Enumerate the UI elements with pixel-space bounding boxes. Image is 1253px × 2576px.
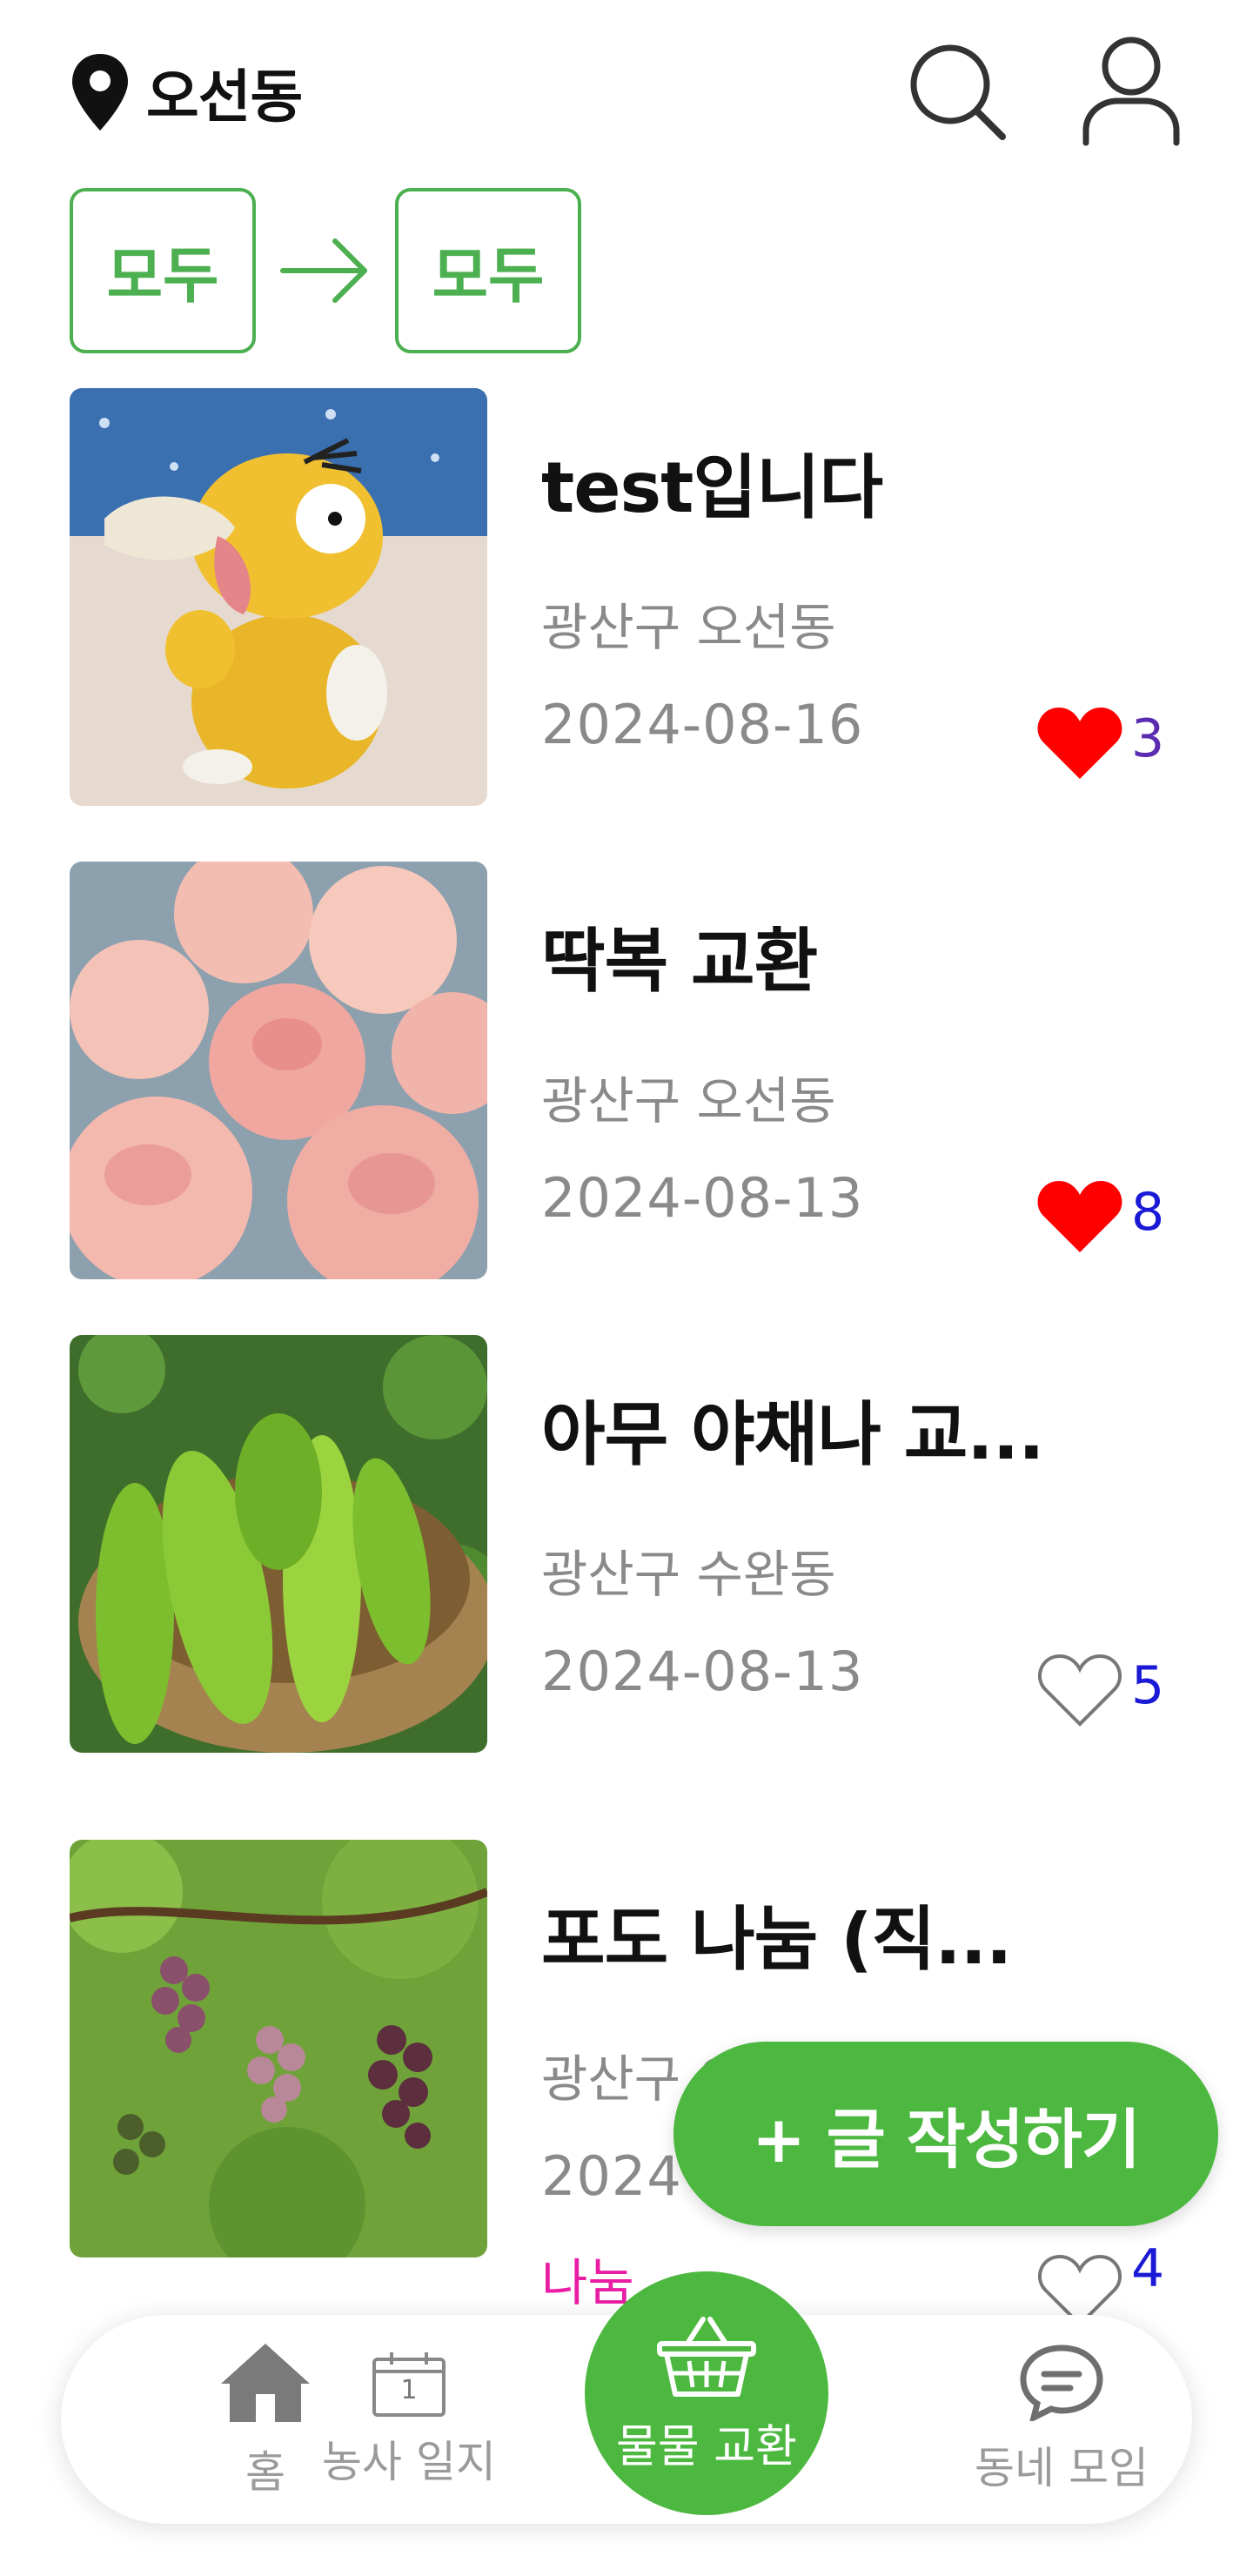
- post-address: 광산구 수완동: [541, 1545, 836, 1604]
- location-name: 오선동: [146, 64, 303, 131]
- post-title: test입니다: [541, 447, 883, 528]
- post-title: 포도 나눔 (직...: [541, 1899, 1012, 1980]
- like-count: 4: [1131, 2238, 1165, 2299]
- post-title: 아무 야채나 교...: [541, 1394, 1044, 1475]
- search-icon: [905, 39, 1009, 147]
- post-thumbnail: [70, 1335, 487, 1753]
- list-item[interactable]: 아무 야채나 교... 광산구 수완동 2024-08-13 5: [0, 1335, 1253, 1753]
- location-pin-icon: [70, 52, 131, 132]
- basket-icon: [654, 2312, 759, 2403]
- app-header: 오선동: [0, 0, 1253, 183]
- write-post-button[interactable]: + 글 작성하기: [673, 2042, 1218, 2226]
- nav-meet-label: 동네 모임: [975, 2443, 1149, 2493]
- like-button[interactable]: [1032, 1175, 1128, 1262]
- post-date: 2024: [541, 2144, 682, 2208]
- like-button[interactable]: [1032, 701, 1128, 788]
- post-date: 2024-08-16: [541, 693, 864, 756]
- share-tag: 나눔: [541, 2253, 634, 2312]
- like-count: 5: [1131, 1655, 1165, 1716]
- heart-filled-icon: [1036, 1177, 1123, 1259]
- post-thumbnail: [70, 1840, 487, 2257]
- exchange-filter: 모두 모두: [70, 188, 581, 353]
- nav-exchange[interactable]: 물물 교환: [585, 2271, 828, 2515]
- post-thumbnail: [70, 862, 487, 1279]
- like-count: 3: [1131, 708, 1165, 769]
- post-address: 광산구 오선동: [541, 598, 836, 657]
- nav-diary[interactable]: 1 농사 일지: [278, 2315, 539, 2524]
- post-date: 2024-08-13: [541, 1640, 864, 1703]
- calendar-icon: 1: [370, 2349, 448, 2418]
- heart-filled-icon: [1036, 704, 1123, 786]
- profile-button[interactable]: [1075, 37, 1188, 150]
- post-date: 2024-08-13: [541, 1166, 864, 1230]
- heart-outline-icon: [1036, 1651, 1123, 1733]
- arrow-right-icon: [256, 188, 395, 353]
- nav-exchange-label: 물물 교환: [616, 2420, 797, 2473]
- location-selector[interactable]: 오선동: [70, 50, 303, 134]
- user-icon: [1079, 35, 1183, 151]
- filter-to-chip[interactable]: 모두: [395, 188, 581, 353]
- search-button[interactable]: [901, 37, 1014, 150]
- post-title: 딱복 교환: [541, 921, 818, 1002]
- calendar-day: 1: [400, 2375, 418, 2405]
- nav-diary-label: 농사 일지: [322, 2437, 496, 2487]
- post-thumbnail: [70, 388, 487, 806]
- filter-from-chip[interactable]: 모두: [70, 188, 256, 353]
- post-address: 광산구 오선동: [541, 1071, 836, 1130]
- list-item[interactable]: 딱복 교환 광산구 오선동 2024-08-13 8: [0, 862, 1253, 1279]
- like-count: 8: [1131, 1182, 1165, 1243]
- nav-meet[interactable]: 동네 모임: [931, 2315, 1192, 2524]
- list-item[interactable]: test입니다 광산구 오선동 2024-08-16 3: [0, 388, 1253, 806]
- chat-bubble-icon: [1018, 2343, 1105, 2425]
- like-button[interactable]: [1032, 1648, 1128, 1735]
